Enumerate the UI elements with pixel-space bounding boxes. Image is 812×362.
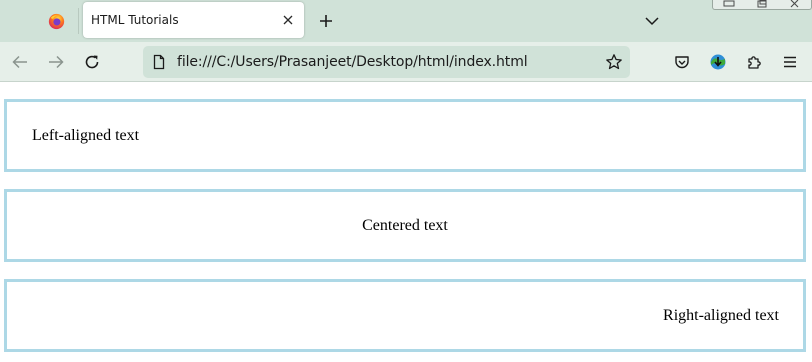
right-aligned-box: Right-aligned text — [4, 279, 806, 352]
chevron-down-icon — [645, 16, 659, 26]
arrow-right-icon — [48, 55, 64, 69]
right-aligned-text: Right-aligned text — [663, 306, 779, 324]
firefox-icon — [48, 13, 65, 30]
back-button[interactable] — [8, 50, 32, 74]
navigation-toolbar: file:///C:/Users/Prasanjeet/Desktop/html… — [0, 42, 812, 82]
app-menu-button[interactable] — [778, 50, 802, 74]
left-aligned-text: Left-aligned text — [32, 126, 140, 144]
forward-button[interactable] — [44, 50, 68, 74]
window-controls — [712, 0, 812, 10]
maximize-button[interactable] — [746, 0, 779, 9]
reload-icon — [84, 54, 100, 70]
reload-button[interactable] — [80, 50, 104, 74]
new-tab-button[interactable] — [314, 9, 338, 33]
close-window-button[interactable] — [778, 0, 811, 9]
tab-strip: HTML Tutorials — [0, 0, 812, 42]
page-icon — [151, 54, 167, 70]
idm-extension-icon — [709, 53, 727, 71]
centered-text: Centered text — [362, 216, 448, 234]
firefox-menu-button[interactable] — [34, 0, 78, 42]
arrow-left-icon — [12, 55, 28, 69]
extensions-button[interactable] — [742, 50, 766, 74]
centered-box: Centered text — [4, 189, 806, 262]
idm-extension-button[interactable] — [706, 50, 730, 74]
puzzle-icon — [746, 54, 762, 70]
close-icon[interactable] — [280, 12, 296, 28]
page-content: Left-aligned text Centered text Right-al… — [0, 83, 812, 362]
pocket-icon — [674, 54, 690, 70]
pocket-button[interactable] — [670, 50, 694, 74]
url-bar[interactable]: file:///C:/Users/Prasanjeet/Desktop/html… — [143, 46, 630, 78]
tab-title: HTML Tutorials — [91, 13, 179, 27]
list-all-tabs-button[interactable] — [640, 9, 664, 33]
hamburger-icon — [783, 56, 797, 68]
url-text[interactable]: file:///C:/Users/Prasanjeet/Desktop/html… — [177, 54, 528, 70]
plus-icon — [319, 14, 333, 28]
star-icon[interactable] — [604, 52, 624, 72]
minimize-button[interactable] — [713, 0, 746, 9]
left-aligned-box: Left-aligned text — [4, 99, 806, 172]
tab-html-tutorials[interactable]: HTML Tutorials — [83, 2, 304, 38]
tab-strip-separator — [78, 8, 79, 34]
